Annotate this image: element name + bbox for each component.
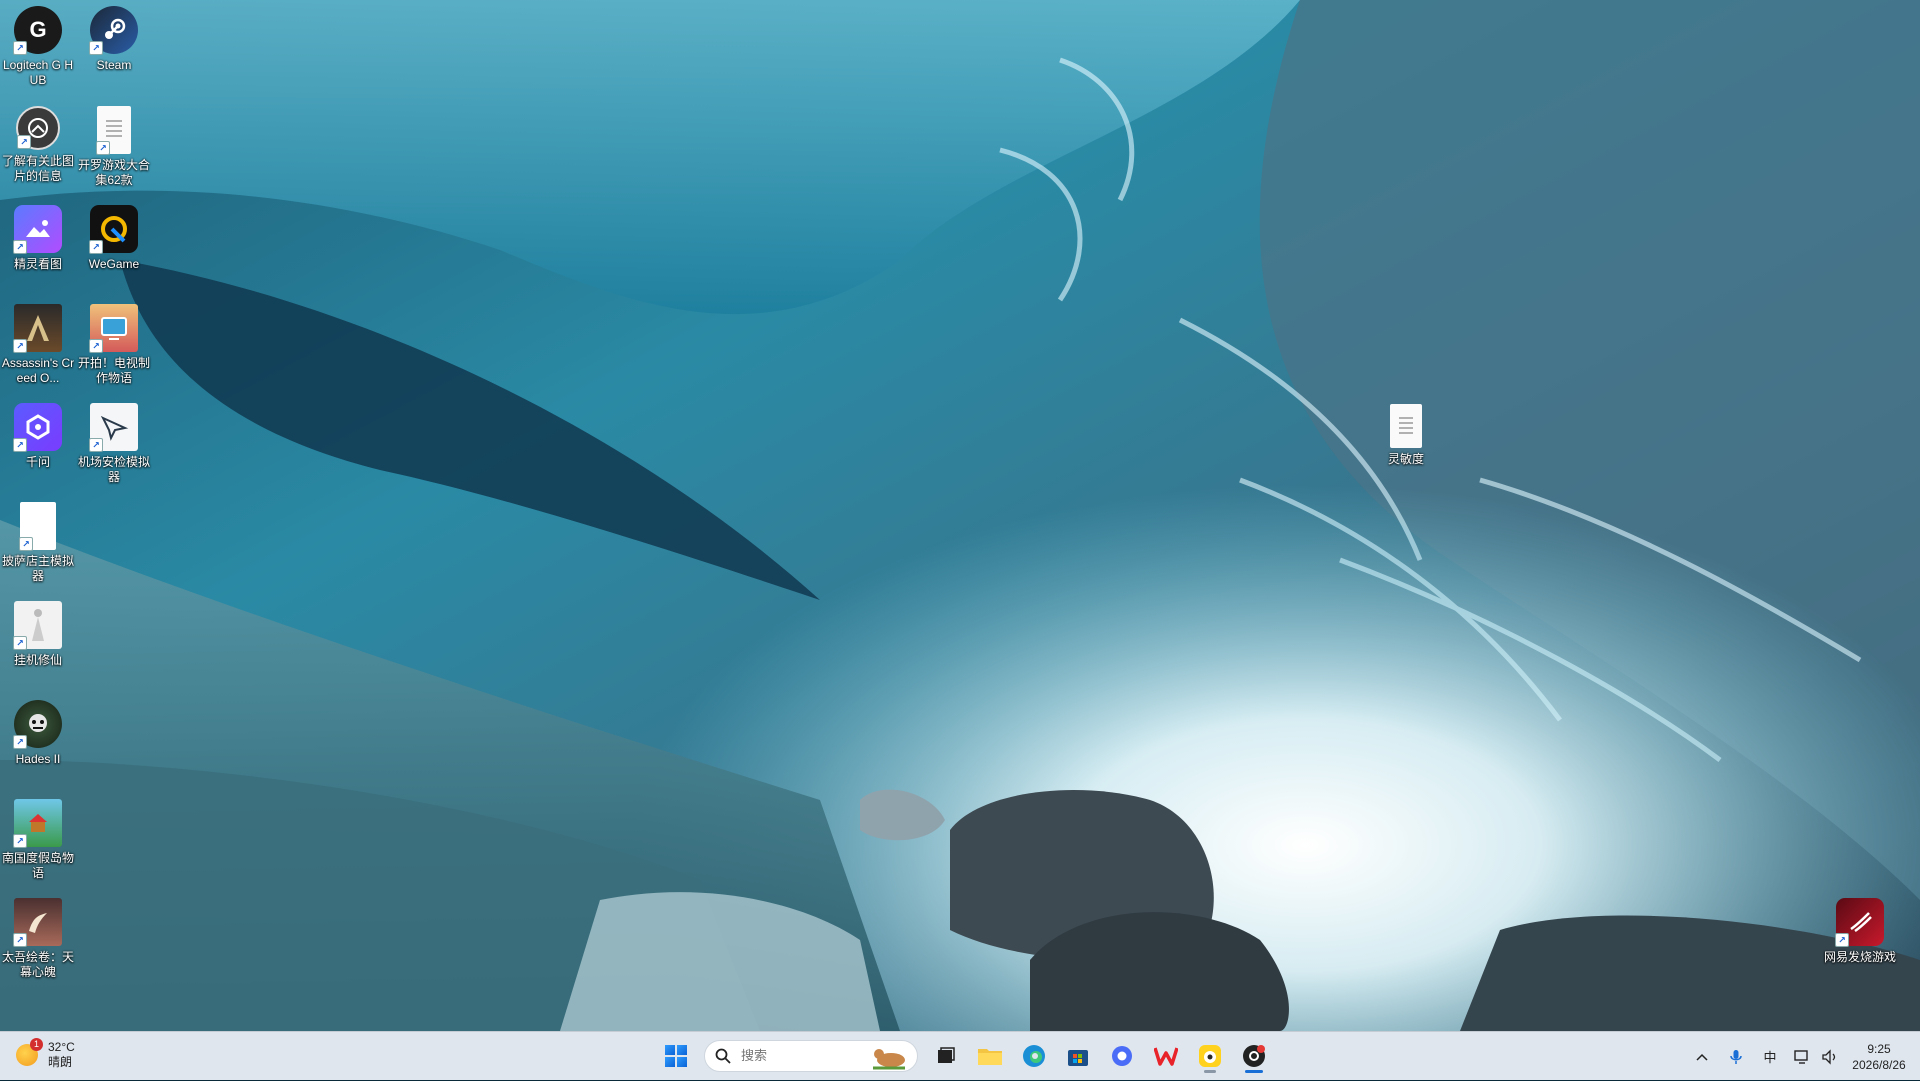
weather-text: 32°C 晴朗 xyxy=(48,1040,75,1070)
taskbar-app-browser[interactable] xyxy=(1102,1038,1142,1074)
desktop-icon-idle-cultivation[interactable]: ↗ 挂机修仙 xyxy=(0,601,76,668)
folder-icon xyxy=(978,1049,1002,1065)
desktop-icon-resort-island[interactable]: ↗ 南国度假岛物语 xyxy=(0,799,76,881)
taskbar-app-store[interactable] xyxy=(1058,1038,1098,1074)
yellow-app-icon xyxy=(1199,1045,1221,1067)
desktop-icon-label: 披萨店主模拟器 xyxy=(1,554,74,583)
desktop-icon-taiwu[interactable]: ↗ 太吾绘卷：天幕心魄 xyxy=(0,898,76,980)
task-view-button[interactable] xyxy=(926,1038,966,1074)
desktop-icon-label: 太吾绘卷：天幕心魄 xyxy=(1,950,74,979)
taskbar: 1 32°C 晴朗 搜索 中 9:25 2026/8/26 xyxy=(0,1031,1920,1080)
qianwen-icon: ↗ xyxy=(13,403,62,452)
chevron-up-icon xyxy=(1696,1053,1708,1061)
taskbar-search[interactable] xyxy=(704,1040,918,1072)
text-file-icon xyxy=(1390,404,1422,448)
kairo-tv-game-icon: ↗ xyxy=(89,304,138,353)
notification-badge: 1 xyxy=(30,1038,43,1051)
desktop-icon-label: 挂机修仙 xyxy=(13,653,62,667)
show-hidden-icons-button[interactable] xyxy=(1688,1039,1716,1075)
desktop-wallpaper xyxy=(0,0,1920,1031)
desktop-icon-logitech-g-hub[interactable]: G ↗ Logitech G HUB xyxy=(0,6,76,88)
weather-condition: 晴朗 xyxy=(48,1055,73,1069)
taskbar-app-qq-music[interactable] xyxy=(1190,1038,1230,1074)
taskbar-center xyxy=(656,1038,1278,1074)
assassins-creed-icon: ↗ xyxy=(13,304,62,353)
taskbar-app-file-explorer[interactable] xyxy=(970,1038,1010,1074)
desktop-icon-spotlight-info[interactable]: ↗ 了解有关此图片的信息 xyxy=(0,106,76,184)
input-method-indicator[interactable]: 中 xyxy=(1756,1039,1784,1075)
microsoft-store-icon xyxy=(1068,1050,1088,1066)
desktop-icon-label: 开罗游戏大合集62款 xyxy=(77,158,150,187)
spotlight-info-icon: ↗ xyxy=(16,106,60,150)
desktop-icon-label: 精灵看图 xyxy=(13,257,62,271)
desktop-icon-label: 开拍！电视制作物语 xyxy=(77,356,150,385)
edge-icon xyxy=(1023,1045,1045,1067)
volume-icon xyxy=(1822,1048,1836,1065)
microphone-icon xyxy=(1730,1049,1742,1064)
netease-game-icon: ↗ xyxy=(1835,898,1884,947)
airport-simulator-icon: ↗ xyxy=(89,403,138,452)
text-file-icon: ↗ xyxy=(96,106,131,155)
desktop-icon-label: 南国度假岛物语 xyxy=(1,851,74,880)
blank-file-icon: ↗ xyxy=(19,502,56,551)
weather-widget[interactable]: 1 32°C 晴朗 xyxy=(16,1038,75,1070)
desktop-icon-pizza-simulator[interactable]: ↗ 披萨店主模拟器 xyxy=(0,502,76,584)
desktop-icon-image-viewer[interactable]: ↗ 精灵看图 xyxy=(0,205,76,272)
wps-icon xyxy=(1154,1047,1178,1066)
taskbar-app-edge[interactable] xyxy=(1014,1038,1054,1074)
volume-button[interactable] xyxy=(1816,1039,1844,1075)
desktop-icon-netease-game[interactable]: ↗ 网易发烧游戏 xyxy=(1822,898,1898,965)
start-button[interactable] xyxy=(656,1038,696,1074)
idle-cultivation-icon: ↗ xyxy=(13,601,62,650)
desktop-icon-label: Hades II xyxy=(15,752,61,766)
taskbar-app-wps[interactable] xyxy=(1146,1038,1186,1074)
desktop-icon-airport-simulator[interactable]: ↗ 机场安检模拟器 xyxy=(76,403,152,485)
desktop-icon-steam[interactable]: ↗ Steam xyxy=(76,6,152,73)
search-icon xyxy=(715,1048,731,1064)
taiwu-icon: ↗ xyxy=(13,898,62,947)
wegame-icon: ↗ xyxy=(89,205,138,254)
desktop-icon-label: Assassin's Creed O... xyxy=(1,356,75,385)
taskbar-app-netease-music[interactable] xyxy=(1234,1038,1274,1074)
system-tray: 中 9:25 2026/8/26 xyxy=(1688,1032,1920,1081)
clock-date: 2026/8/26 xyxy=(1852,1057,1906,1072)
steam-icon: ↗ xyxy=(89,6,138,55)
desktop-icon-qianwen[interactable]: ↗ 千问 xyxy=(0,403,76,470)
search-input[interactable] xyxy=(739,1047,863,1065)
desktop-icon-wegame[interactable]: ↗ WeGame xyxy=(76,205,152,272)
image-viewer-icon: ↗ xyxy=(13,205,62,254)
blue-circle-app-icon xyxy=(1112,1046,1132,1066)
weather-temp: 32°C xyxy=(48,1040,75,1054)
logitech-g-hub-icon: G ↗ xyxy=(13,6,62,55)
desktop-icon-label: 了解有关此图片的信息 xyxy=(1,154,74,183)
desktop-icon-label: 网易发烧游戏 xyxy=(1823,950,1896,964)
desktop-icon-sensitivity[interactable]: 灵敏度 xyxy=(1368,404,1444,467)
desktop-icon-assassins-creed[interactable]: ↗ Assassin's Creed O... xyxy=(0,304,76,386)
hades-icon: ↗ xyxy=(13,700,62,749)
desktop-icon-label: Logitech G HUB xyxy=(2,58,74,87)
task-view-icon xyxy=(938,1047,955,1063)
search-highlight-icon xyxy=(873,1049,905,1070)
desktop-icon-label: 机场安检模拟器 xyxy=(77,455,150,484)
desktop-icon-kairo-tv[interactable]: ↗ 开拍！电视制作物语 xyxy=(76,304,152,386)
desktop-icon-label: 千问 xyxy=(25,455,50,469)
desktop-icon-kairo-collection[interactable]: ↗ 开罗游戏大合集62款 xyxy=(76,106,152,188)
network-icon xyxy=(1794,1049,1808,1064)
desktop-icon-label: Steam xyxy=(96,58,132,72)
clock[interactable]: 9:25 2026/8/26 xyxy=(1844,1041,1914,1073)
resort-island-icon: ↗ xyxy=(13,799,62,848)
desktop-icon-label: 灵敏度 xyxy=(1387,452,1424,466)
network-button[interactable] xyxy=(1788,1039,1816,1075)
desktop-icon-label: WeGame xyxy=(88,257,140,271)
microphone-button[interactable] xyxy=(1722,1039,1750,1075)
netease-music-icon xyxy=(1243,1045,1265,1067)
clock-time: 9:25 xyxy=(1867,1041,1891,1056)
windows-start-icon xyxy=(665,1045,687,1067)
desktop-icon-hades-ii[interactable]: ↗ Hades II xyxy=(0,700,76,767)
sun-icon: 1 xyxy=(16,1038,43,1066)
